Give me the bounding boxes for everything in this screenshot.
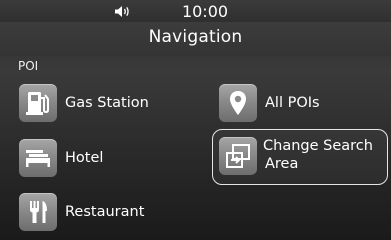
all-pois-tile: [219, 84, 257, 122]
restaurant-tile: [19, 193, 57, 231]
bed-icon: [26, 150, 50, 167]
gas-station-tile: [19, 84, 57, 122]
change-search-area-button[interactable]: Change Search Area: [219, 137, 373, 175]
section-label-poi: POI: [18, 59, 39, 73]
status-bar: 10:00: [0, 0, 391, 22]
change-search-area-tile: [219, 137, 257, 175]
fork-knife-icon: [30, 201, 47, 223]
hotel-tile: [19, 139, 57, 177]
gas-station-button[interactable]: Gas Station: [19, 84, 149, 122]
all-pois-button[interactable]: All POIs: [219, 84, 320, 122]
gas-station-label: Gas Station: [65, 94, 149, 111]
page-title: Navigation: [148, 27, 243, 47]
change-area-icon: [226, 144, 250, 168]
gas-pump-icon: [26, 92, 49, 115]
restaurant-label: Restaurant: [65, 203, 145, 220]
change-search-area-label: Change Search Area: [263, 137, 373, 173]
map-pin-icon: [230, 91, 246, 115]
change-search-area-label-line1: Change Search: [263, 137, 373, 154]
all-pois-label: All POIs: [265, 94, 320, 111]
speaker-volume-icon: [115, 6, 129, 17]
hotel-label: Hotel: [65, 149, 104, 166]
navigation-screen: 10:00 Navigation POI Gas Station Hotel R…: [0, 0, 391, 240]
change-search-area-label-line2: Area: [265, 156, 299, 172]
hotel-button[interactable]: Hotel: [19, 139, 103, 177]
restaurant-button[interactable]: Restaurant: [19, 193, 144, 231]
clock: 10:00: [181, 2, 229, 21]
